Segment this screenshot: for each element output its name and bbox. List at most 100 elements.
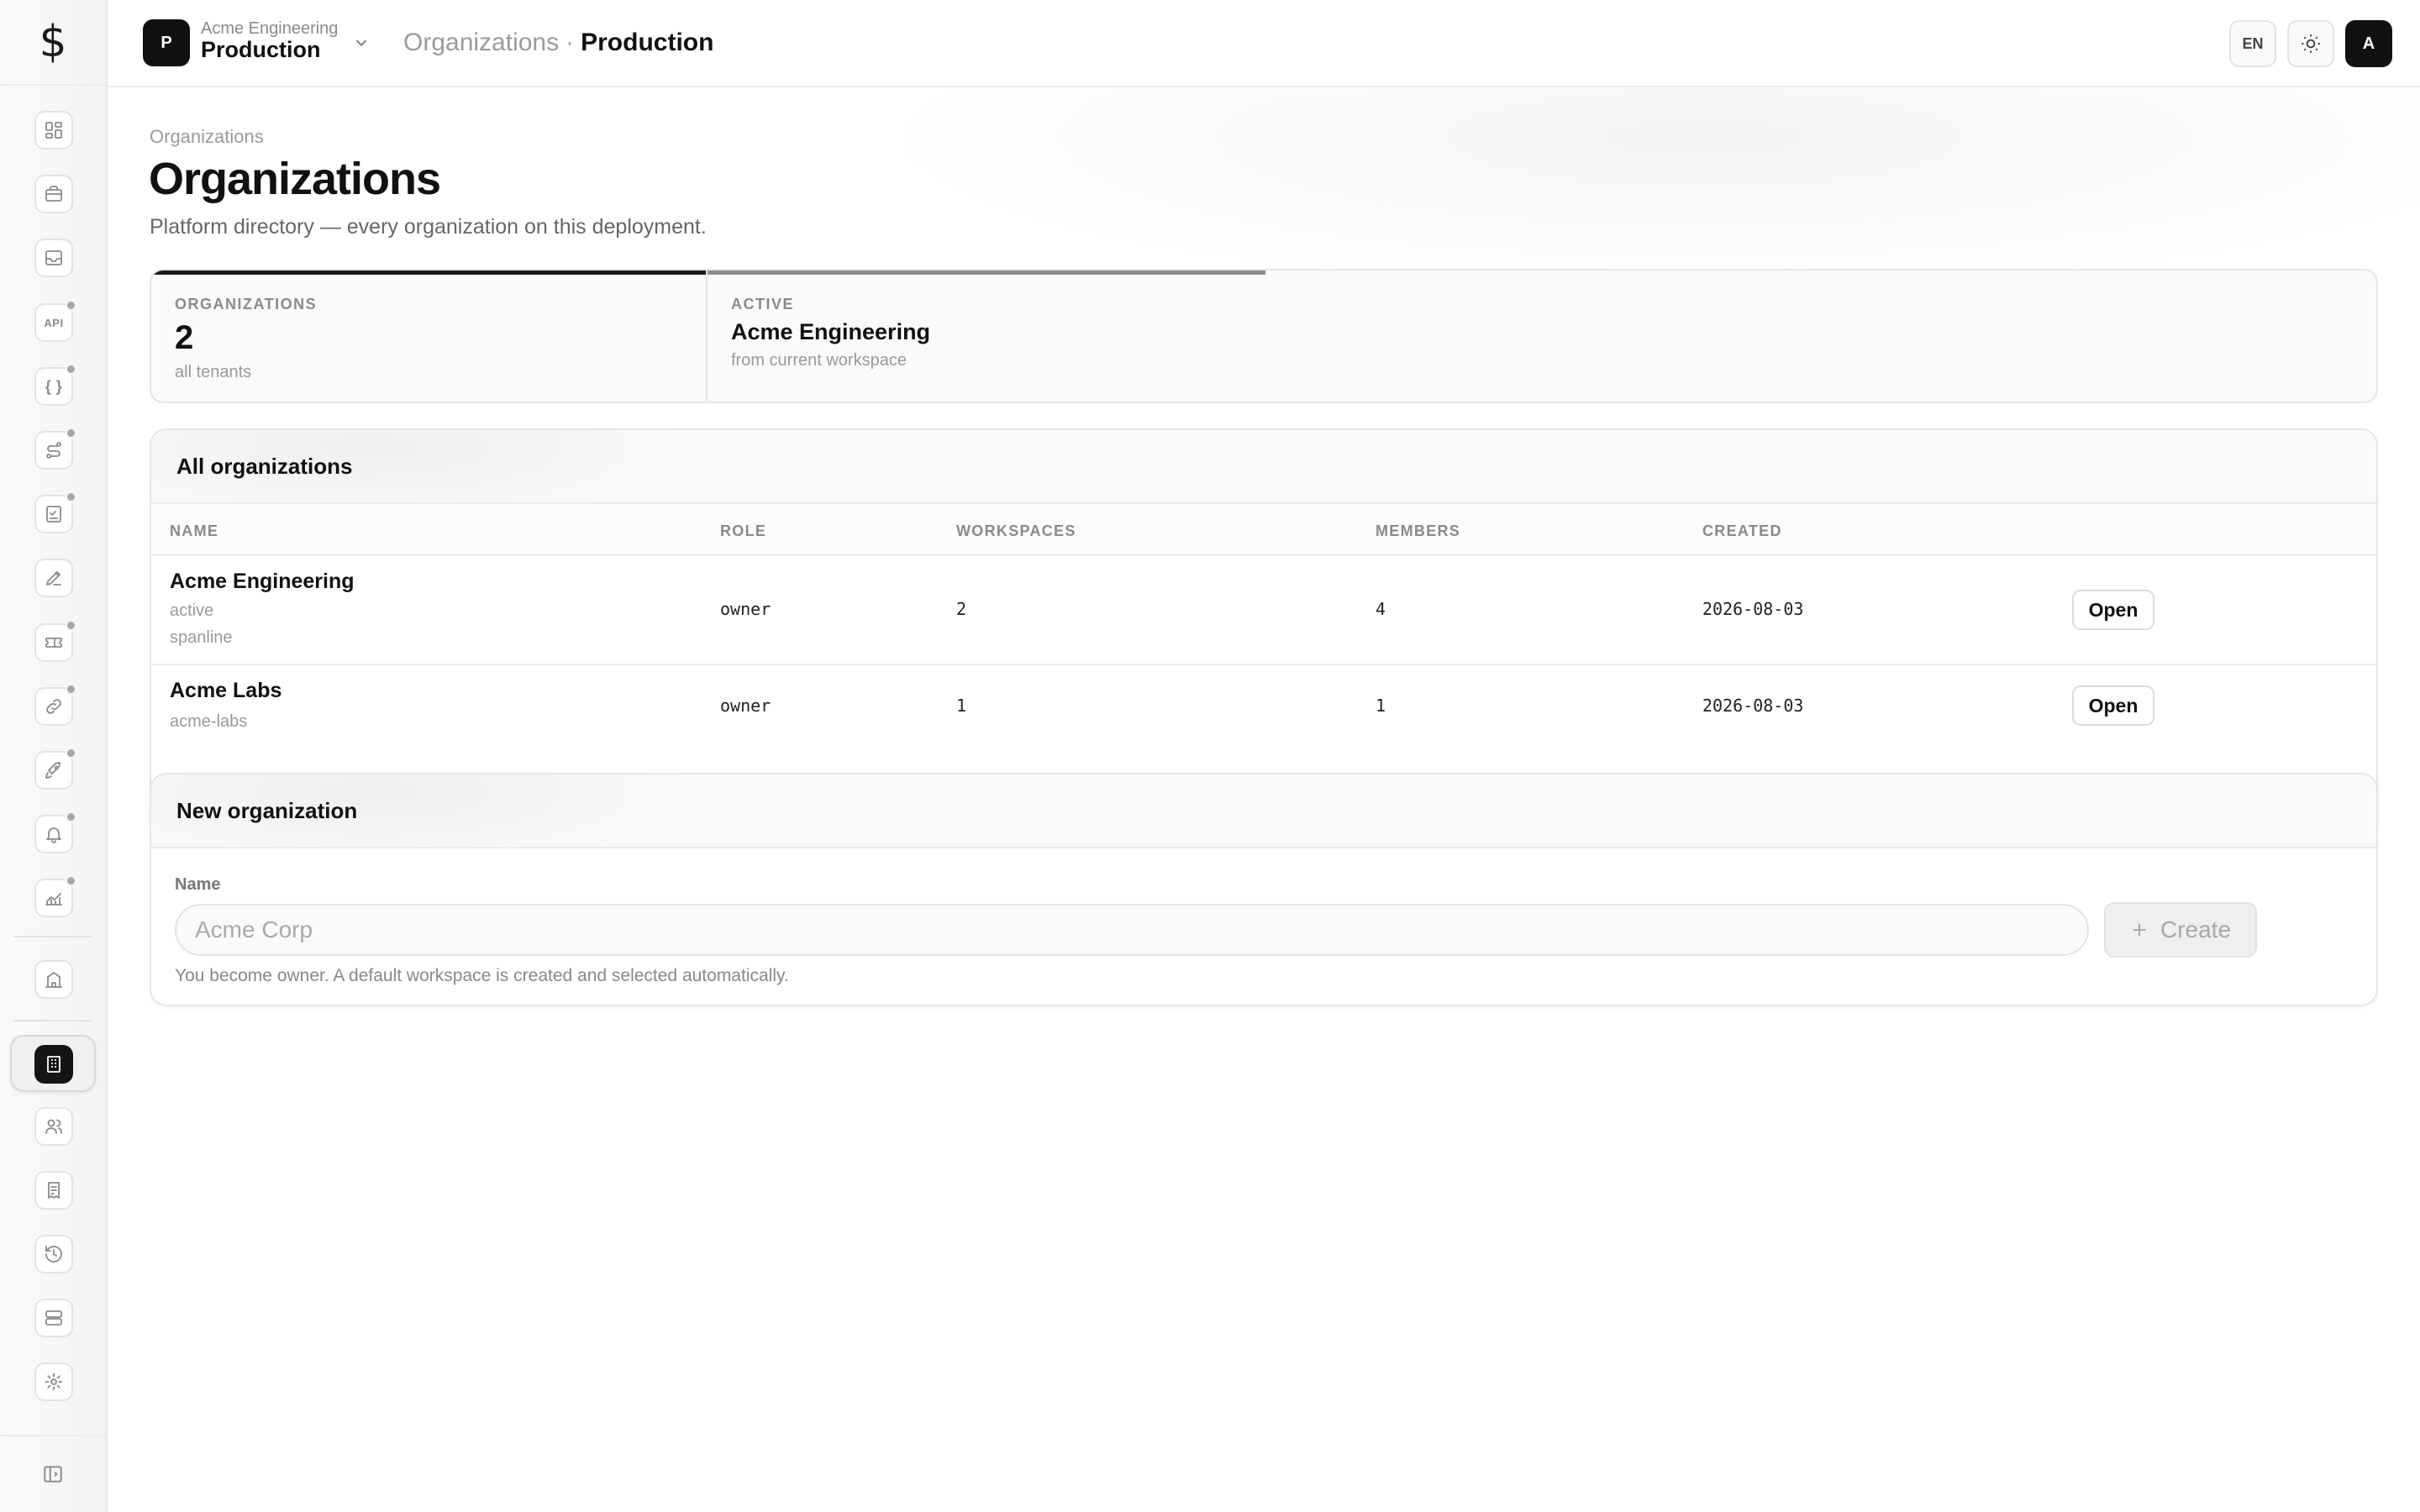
notification-dot (66, 684, 76, 695)
server-icon (45, 1310, 62, 1326)
logo-dollar-icon[interactable]: $ (0, 0, 106, 86)
sidebar-item-buildings[interactable] (34, 960, 73, 999)
org-members: 1 (1376, 696, 1386, 716)
theme-toggle-button[interactable] (2287, 20, 2334, 67)
open-org-button[interactable]: Open (2072, 590, 2154, 630)
building-icon (45, 972, 62, 988)
workspace-name[interactable]: Production (201, 37, 321, 63)
chart-icon (45, 893, 62, 906)
api-icon: API (44, 316, 64, 329)
sidebar-item-design[interactable] (34, 559, 73, 597)
sidebar-item-tickets[interactable] (34, 620, 76, 662)
notification-dot (66, 811, 76, 822)
rocket-icon (45, 762, 60, 779)
table-row: Acme Engineering active spanline owner 2… (151, 556, 2376, 665)
sidebar-item-deploy[interactable] (34, 748, 76, 790)
sidebar-item-billing[interactable] (34, 1171, 73, 1210)
users-icon (45, 1119, 62, 1134)
table-header: NAME ROLE WORKSPACES MEMBERS CREATED (151, 504, 2376, 556)
notification-dot (66, 620, 76, 631)
sidebar-toggle-icon (44, 1466, 62, 1483)
create-button-label: Create (2160, 916, 2232, 942)
create-organization-button[interactable]: Create (2104, 902, 2257, 958)
pen-tool-icon (46, 571, 61, 585)
open-org-button[interactable]: Open (2072, 685, 2154, 726)
sidebar-item-checklist[interactable] (34, 491, 76, 533)
breadcrumb-current: Production (581, 29, 714, 56)
org-role: owner (720, 599, 771, 619)
stat-label: ACTIVE (731, 296, 795, 312)
org-name: Acme Labs (170, 679, 282, 702)
sidebar-item-organizations[interactable] (10, 1035, 96, 1092)
org-slug: acme-labs (170, 712, 248, 731)
stat-organizations: ORGANIZATIONS 2 all tenants (151, 270, 708, 402)
sidebar-item-dashboard[interactable] (34, 111, 73, 150)
chevron-down-icon (355, 39, 367, 47)
sidebar-item-routes[interactable] (34, 428, 76, 470)
org-status: active (170, 601, 214, 620)
org-workspaces: 1 (956, 696, 967, 716)
sidebar-item-links[interactable] (34, 684, 76, 726)
form-hint: You become owner. A default workspace is… (175, 966, 789, 985)
sidebar-item-organizations-button[interactable] (34, 1045, 73, 1084)
column-header-role: ROLE (720, 522, 767, 539)
column-header-created: CREATED (1702, 522, 1782, 539)
stat-active: ACTIVE Acme Engineering from current wor… (708, 270, 1265, 402)
receipt-icon (48, 1182, 60, 1199)
org-members: 4 (1376, 599, 1386, 619)
history-icon (45, 1246, 62, 1263)
sidebar-item-schema[interactable]: { } (34, 364, 76, 406)
column-header-name: NAME (170, 522, 219, 539)
language-button[interactable]: EN (2229, 20, 2276, 67)
checklist-icon (46, 506, 61, 522)
sidebar-toggle-button[interactable] (0, 1435, 106, 1512)
link-icon (46, 699, 61, 714)
ticket-icon (45, 638, 62, 648)
table-row: Acme Labs acme-labs owner 1 1 2026-08-03… (151, 665, 2376, 749)
sidebar-item-storage[interactable] (34, 1299, 73, 1337)
card-title: All organizations (151, 430, 2376, 504)
org-role: owner (720, 696, 771, 716)
card-title: New organization (151, 774, 2376, 848)
sidebar-item-settings[interactable] (34, 1362, 73, 1401)
gear-icon (45, 1373, 63, 1391)
organization-icon (47, 1056, 60, 1073)
notification-dot (66, 491, 76, 502)
page-title: Organizations (149, 154, 441, 204)
sidebar-item-inbox[interactable] (34, 239, 73, 277)
plus-icon (2133, 923, 2146, 937)
route-icon (46, 442, 61, 459)
stat-hint: all tenants (175, 363, 252, 381)
sidebar-item-briefcase[interactable] (34, 175, 73, 213)
page-breadcrumb[interactable]: Organizations (150, 126, 264, 148)
sidebar-item-analytics[interactable] (34, 875, 76, 917)
workspace-org-name[interactable]: Acme Engineering (201, 19, 338, 39)
stat-value: 2 (175, 319, 194, 356)
workspace-switcher-button[interactable] (352, 34, 371, 52)
dashboard-icon (45, 122, 62, 139)
sidebar-item-history[interactable] (34, 1235, 73, 1273)
user-avatar[interactable]: A (2345, 20, 2392, 67)
notification-dot (66, 300, 76, 311)
name-field-label: Name (175, 875, 221, 894)
top-header: P Acme Engineering Production Organizati… (108, 0, 2420, 87)
inbox-icon (45, 250, 62, 265)
stat-accent-bar (151, 270, 706, 275)
notification-dot (66, 428, 76, 438)
workspace-avatar[interactable]: P (143, 19, 190, 66)
logo-glyph: $ (39, 17, 67, 67)
bell-icon (46, 827, 61, 843)
notification-dot (66, 875, 76, 886)
sidebar-item-api[interactable]: API (34, 300, 76, 342)
column-header-workspaces: WORKSPACES (956, 522, 1076, 539)
sidebar-item-alerts[interactable] (34, 811, 76, 853)
stat-label: ORGANIZATIONS (175, 296, 318, 312)
stat-hint: from current workspace (731, 351, 907, 370)
breadcrumb-parent[interactable]: Organizations (403, 29, 559, 56)
organization-name-input[interactable] (175, 904, 2089, 956)
org-created: 2026-08-03 (1702, 696, 1804, 716)
sidebar: $ API { } (0, 0, 108, 1512)
org-created: 2026-08-03 (1702, 599, 1804, 619)
notification-dot (66, 748, 76, 759)
sidebar-item-members[interactable] (34, 1107, 73, 1146)
